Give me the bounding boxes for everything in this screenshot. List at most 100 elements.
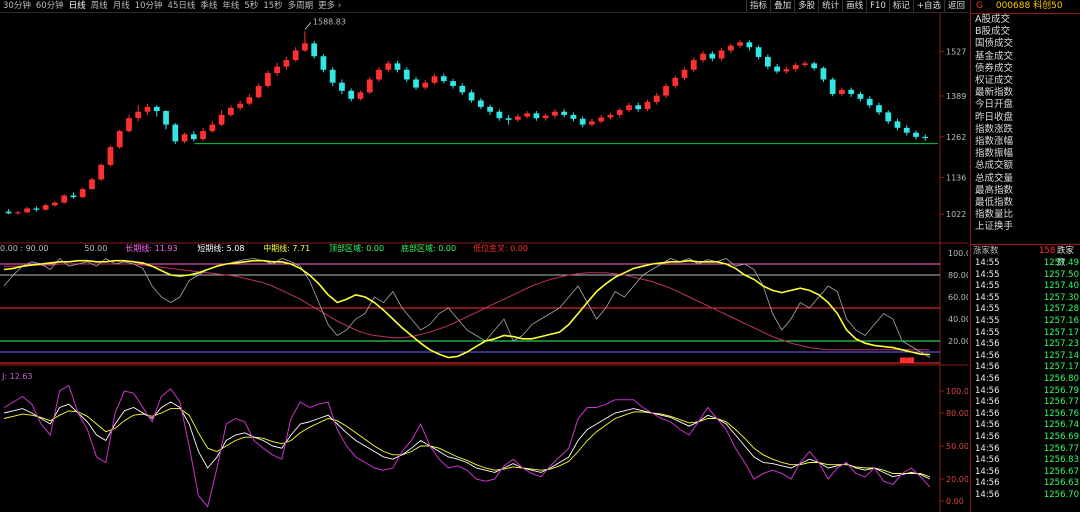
stat-label: A股成交 (975, 14, 1010, 25)
tool-button[interactable]: 返回 (943, 0, 968, 12)
indicator2-j-label: J: 12.63 (1, 372, 33, 381)
candle-body (70, 195, 77, 198)
tick-time: 14:55 (975, 281, 1000, 292)
candle-body (292, 50, 299, 61)
tick-row: 14:55 1257.50 (971, 270, 1080, 282)
candle-body (922, 136, 929, 139)
candle-body (42, 205, 49, 210)
indicator1-scale-label: 20.00 (948, 337, 968, 346)
tick-price: 1256.70 (1043, 489, 1079, 500)
tick-price: 1257.17 (1043, 362, 1079, 373)
stat-label: 基金成交 (975, 50, 1014, 62)
candle (496, 109, 503, 121)
period-tab[interactable]: 10分钟 (135, 0, 163, 12)
candle-body (394, 63, 401, 70)
candle-body (839, 89, 845, 94)
candle (329, 67, 336, 86)
tool-button[interactable]: +自选 (912, 0, 944, 12)
candle (163, 110, 169, 130)
candle-body (163, 111, 169, 125)
tick-row: 14:56 1256.83 (971, 455, 1080, 467)
candle (320, 54, 327, 73)
indicator2-scale-label: 80.00 (946, 409, 968, 418)
golden-cross-bar (900, 357, 914, 363)
period-tab[interactable]: 15秒 (263, 0, 282, 12)
candle-body (200, 131, 206, 140)
candle (70, 192, 77, 199)
candle-body (172, 124, 179, 142)
tick-row: 14:55 1257.49 (971, 258, 1080, 270)
indicator1-long-line (4, 263, 930, 351)
period-tab[interactable]: 60分钟 (36, 0, 64, 12)
tick-price: 1257.17 (1043, 327, 1079, 338)
candle (52, 201, 58, 207)
period-tab[interactable]: 45日线 (168, 0, 196, 12)
tick-price: 1256.63 (1043, 478, 1079, 489)
candle-body (727, 45, 734, 51)
period-tab[interactable]: 日线 (69, 0, 86, 12)
period-tab[interactable]: 季线 (200, 0, 217, 12)
candle (922, 134, 929, 141)
candle (727, 43, 734, 54)
candle-body (357, 92, 364, 99)
tick-price: 1257.16 (1043, 315, 1079, 326)
period-tab[interactable]: 5秒 (244, 0, 258, 12)
indicator2-scale-label: 20.00 (946, 475, 968, 484)
candle-body (24, 208, 31, 213)
indicator1-scale-label: 80.00 (948, 271, 968, 280)
tick-time: 14:55 (975, 315, 1000, 326)
candle-body (635, 105, 642, 110)
candle (33, 206, 40, 212)
candle (802, 60, 808, 68)
candle (209, 121, 216, 133)
tool-button[interactable]: 统计 (818, 0, 842, 12)
tick-time: 14:56 (975, 489, 1000, 500)
tick-row: 14:56 1257.14 (971, 351, 1080, 363)
candle-body (570, 114, 577, 119)
candle (357, 90, 364, 101)
candle (153, 105, 160, 117)
period-tab[interactable]: 更多 › (318, 0, 341, 12)
tool-button[interactable]: 多股 (794, 0, 818, 12)
candle (5, 209, 12, 215)
tick-price: 1256.69 (1043, 431, 1079, 442)
period-tab[interactable]: 年线 (222, 0, 239, 12)
tool-button[interactable]: 指标 (746, 0, 770, 12)
candle (24, 206, 31, 213)
period-tab[interactable]: 周线 (91, 0, 108, 12)
candle-body (589, 121, 595, 125)
tool-button[interactable]: 叠加 (770, 0, 794, 12)
candle-body (107, 147, 114, 165)
candle (339, 79, 345, 94)
candle (626, 102, 632, 113)
tick-row: 14:55 1257.28 (971, 304, 1080, 316)
candle (487, 104, 493, 115)
period-tab[interactable]: 30分钟 (3, 0, 31, 12)
candle (422, 80, 429, 90)
candle-body (653, 95, 660, 103)
candle-body (783, 69, 790, 72)
period-tab[interactable]: 月线 (113, 0, 130, 12)
candle (913, 130, 919, 140)
tick-price: 1257.50 (1043, 269, 1079, 280)
stat-label: 指数量比 (975, 209, 1014, 221)
tool-button[interactable]: F10 (866, 0, 889, 12)
period-tabs: 30分钟 60分钟 日线 周线 月线 10分钟 45日线 季线 年线 5秒 15秒 多周期 更多 › (3, 0, 346, 12)
tick-header: 涨家数 158 跌家数 (971, 244, 1080, 268)
kline-chart-area[interactable]: 1527 1389 1262 1136 1022 1588.83 100.0 80.00 60.… (0, 13, 968, 512)
candle (792, 62, 799, 72)
candle (644, 99, 651, 112)
candle-body (283, 60, 290, 67)
tick-time: 14:56 (975, 443, 1000, 454)
period-tab[interactable]: 多周期 (288, 0, 314, 12)
candle-body (811, 63, 818, 69)
candle-body (644, 102, 651, 110)
tool-button[interactable]: 画线 (842, 0, 866, 12)
tick-list[interactable]: 14:55 1257.49 14:55 1257.50 14:55 1257.40 14:5… (971, 258, 1080, 501)
candle-body (468, 92, 475, 101)
candle (61, 193, 68, 204)
tick-price: 1256.79 (1043, 385, 1079, 396)
tool-button[interactable]: 标记 (888, 0, 913, 12)
indicator1-legend-item: 顶部区域: 0.00 (329, 243, 384, 253)
candle (181, 132, 188, 144)
